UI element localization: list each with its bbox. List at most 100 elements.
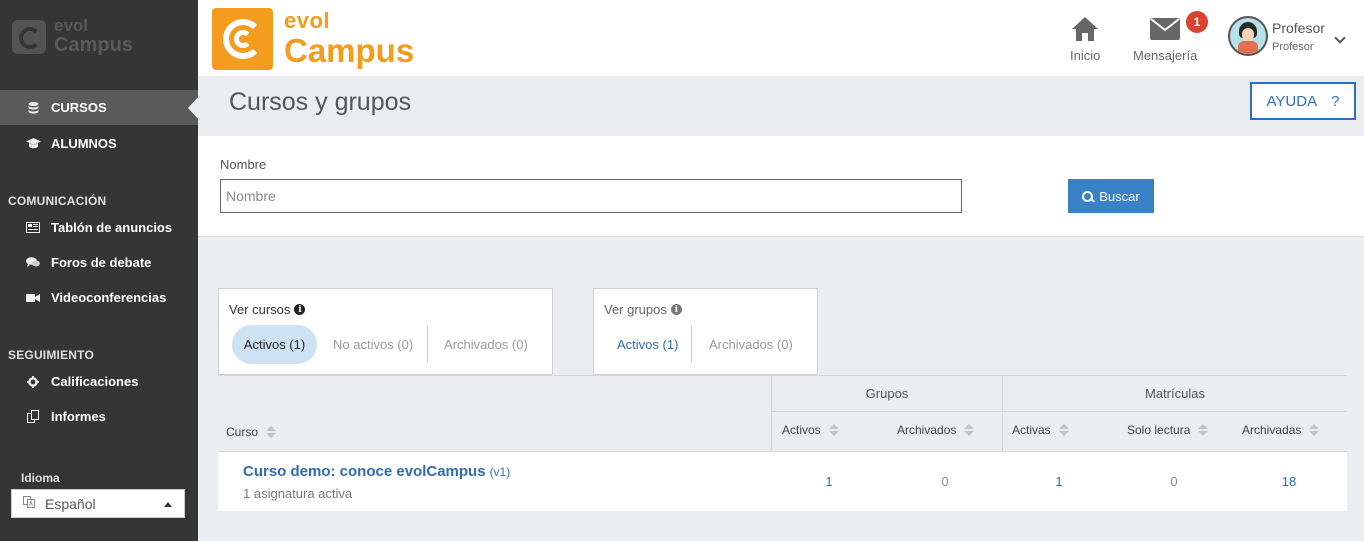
messages-label: Mensajería xyxy=(1133,48,1198,63)
newspaper-icon xyxy=(24,222,42,233)
user-menu[interactable]: Profesor Profesor xyxy=(1228,16,1346,58)
col-header-matriculas-solo-lectura[interactable]: Solo lectura xyxy=(1127,423,1209,437)
sort-icon xyxy=(828,424,839,436)
sidebar-item-videoconferencias[interactable]: Videoconferencias xyxy=(0,280,198,315)
group-header-matriculas: Matrículas xyxy=(1003,376,1347,412)
tab-cursos-archivados[interactable]: Archivados (0) xyxy=(444,325,528,364)
col-header-curso[interactable]: Curso xyxy=(226,425,277,439)
page-header: Cursos y grupos AYUDA ? xyxy=(198,76,1364,128)
info-icon[interactable]: i xyxy=(294,304,306,315)
sidebar-logo-bottom: Campus xyxy=(54,34,133,56)
brand-logo-bottom: Campus xyxy=(284,32,415,69)
sidebar-section-comunicacion: COMUNICACIÓN xyxy=(8,194,107,208)
gear-icon xyxy=(24,375,42,388)
user-role: Profesor xyxy=(1272,41,1314,53)
col-header-label: Curso xyxy=(226,425,259,439)
sidebar-item-label: ALUMNOS xyxy=(51,136,117,151)
view-groups-title: Ver grupos xyxy=(604,302,667,317)
brand-logo-top: evol xyxy=(284,8,331,33)
language-icon xyxy=(23,496,35,511)
name-input[interactable] xyxy=(220,179,962,213)
col-header-label: Activos xyxy=(782,423,821,437)
comments-icon xyxy=(24,257,42,268)
sort-icon xyxy=(1309,424,1320,436)
sort-icon xyxy=(1198,424,1209,436)
col-header-grupos-archivados[interactable]: Archivados xyxy=(897,423,975,437)
user-name: Profesor xyxy=(1272,20,1325,36)
sidebar-logo-top: evol xyxy=(54,16,89,35)
sidebar-logo: evol Campus xyxy=(12,16,142,60)
courses-table: Grupos Matrículas Curso Activos Archivad… xyxy=(218,375,1347,511)
sidebar-item-label: Informes xyxy=(51,409,106,424)
col-header-matriculas-archivadas[interactable]: Archivadas xyxy=(1242,423,1320,437)
sidebar-item-label: Calificaciones xyxy=(51,374,139,389)
sort-icon xyxy=(964,424,975,436)
view-courses-box: Ver cursos i Activos (1) No activos (0) … xyxy=(218,288,553,375)
info-icon[interactable]: i xyxy=(670,304,682,315)
cell-matriculas-activas[interactable]: 1 xyxy=(1039,474,1079,489)
col-header-label: Archivados xyxy=(897,423,957,437)
messages-badge: 1 xyxy=(1186,11,1208,33)
divider xyxy=(427,325,428,363)
view-courses-title-row: Ver cursos i xyxy=(229,302,306,317)
cell-grupos-activos[interactable]: 1 xyxy=(809,474,849,489)
search-button[interactable]: Buscar xyxy=(1068,179,1154,213)
home-label: Inicio xyxy=(1070,48,1101,63)
course-link[interactable]: Curso demo: conoce evolCampus (v1) xyxy=(243,463,510,480)
course-version: (v1) xyxy=(489,465,511,479)
sidebar-item-label: CURSOS xyxy=(51,100,107,115)
name-label: Nombre xyxy=(220,157,267,172)
view-groups-box: Ver grupos i Activos (1) Archivados (0) xyxy=(593,288,818,375)
sidebar-item-label: Foros de debate xyxy=(51,255,152,270)
envelope-icon xyxy=(1150,18,1181,40)
col-header-matriculas-activas[interactable]: Activas xyxy=(1012,423,1069,437)
divider xyxy=(771,376,772,452)
col-header-grupos-activos[interactable]: Activos xyxy=(782,423,839,437)
sort-icon xyxy=(266,426,277,438)
video-camera-icon xyxy=(24,293,42,303)
sidebar-item-label: Tablón de anuncios xyxy=(51,220,173,235)
table-header: Grupos Matrículas Curso Activos Archivad… xyxy=(218,375,1347,452)
sort-icon xyxy=(1058,424,1069,436)
help-label: AYUDA xyxy=(1266,92,1318,110)
page-title: Cursos y grupos xyxy=(229,88,412,116)
col-header-label: Solo lectura xyxy=(1127,423,1191,437)
language-label: Idioma xyxy=(21,471,60,485)
sidebar-item-calificaciones[interactable]: Calificaciones xyxy=(0,364,198,399)
sidebar-item-cursos[interactable]: CURSOS xyxy=(0,90,199,125)
home-icon xyxy=(1072,17,1099,41)
brand-logo-icon xyxy=(212,8,273,70)
group-header-grupos: Grupos xyxy=(772,376,1002,412)
question-icon: ? xyxy=(1331,92,1340,110)
help-button[interactable]: AYUDA ? xyxy=(1250,82,1356,120)
cell-matriculas-solo-lectura: 0 xyxy=(1170,474,1178,489)
sidebar-item-informes[interactable]: Informes xyxy=(0,399,198,434)
sidebar-item-label: Videoconferencias xyxy=(51,290,167,305)
graduation-cap-icon xyxy=(24,138,42,149)
sidebar-item-alumnos[interactable]: ALUMNOS xyxy=(0,126,198,161)
search-button-label: Buscar xyxy=(1099,188,1140,204)
course-title: Curso demo: conoce evolCampus xyxy=(243,463,486,480)
tab-grupos-archivados[interactable]: Archivados (0) xyxy=(709,325,793,364)
table-row: Curso demo: conoce evolCampus (v1) 1 asig… xyxy=(218,451,1347,511)
cell-grupos-archivados: 0 xyxy=(941,474,949,489)
tab-cursos-no-activos[interactable]: No activos (0) xyxy=(333,325,413,364)
copy-icon xyxy=(24,410,42,423)
divider xyxy=(691,325,692,363)
language-select[interactable]: Español xyxy=(11,489,185,518)
tab-cursos-activos[interactable]: Activos (1) xyxy=(232,325,317,364)
search-icon xyxy=(1082,190,1094,202)
course-subtitle: 1 asignatura activa xyxy=(243,486,353,501)
cell-matriculas-archivadas[interactable]: 18 xyxy=(1269,474,1309,489)
view-courses-title: Ver cursos xyxy=(229,302,291,317)
home-button[interactable]: Inicio xyxy=(1070,16,1100,63)
col-header-label: Activas xyxy=(1012,423,1051,437)
caret-up-icon xyxy=(164,502,172,507)
sidebar-item-foros[interactable]: Foros de debate xyxy=(0,245,198,280)
brand-logo[interactable]: evol Campus xyxy=(212,8,424,70)
sidebar-item-tablon[interactable]: Tablón de anuncios xyxy=(0,210,198,245)
avatar xyxy=(1228,16,1268,56)
divider xyxy=(1002,376,1003,452)
language-selected: Español xyxy=(45,495,96,512)
tab-grupos-activos[interactable]: Activos (1) xyxy=(617,325,678,364)
